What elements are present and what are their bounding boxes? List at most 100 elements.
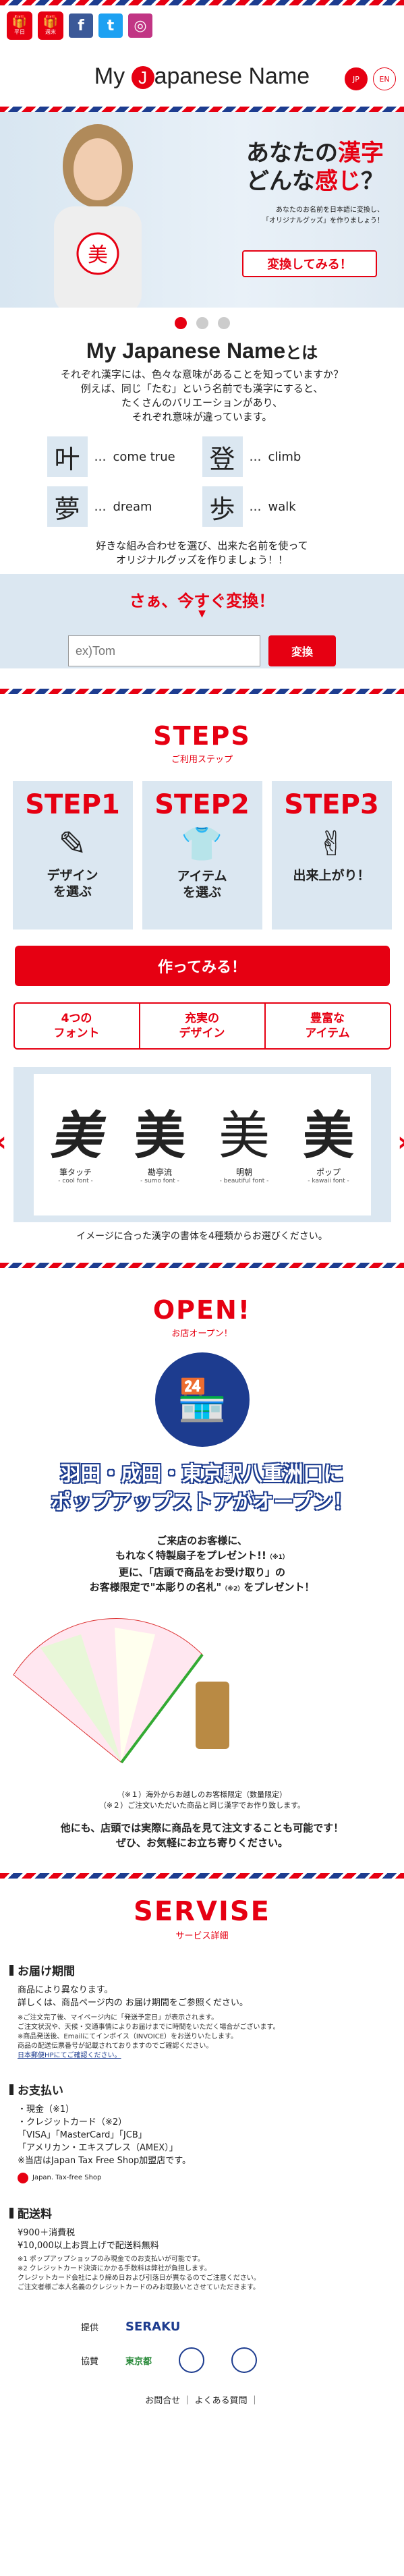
top-bar: 🎁 平日 🎁 週末 f t ◎	[0, 5, 404, 46]
popup-notes: （※１）海外からお越しのお客様限定（数量限定） （※２）ご注文いただいた商品と同じ…	[0, 1790, 404, 1811]
kanji-meaning: walk	[268, 499, 296, 514]
font-sample-kanji: 美	[50, 1105, 101, 1166]
carousel-dot-2[interactable]	[196, 317, 208, 329]
step-number: STEP3	[284, 789, 379, 820]
kanji-dots: …	[249, 499, 262, 514]
site-logo[interactable]: My Japanese Name	[94, 63, 310, 90]
lang-jp-button[interactable]: JP	[345, 67, 368, 90]
top-stripe	[0, 0, 404, 5]
shipping-body: ¥900＋消費税 ¥10,000以上お買上げで配送料無料 ※1 ポップアップショ…	[18, 2227, 404, 2293]
font-sample-sub: - beautiful font -	[219, 1177, 269, 1184]
intro-outro-2: オリジナルグッズを作りましょう！！	[115, 554, 288, 566]
delivery-heading: お届け期間	[9, 1962, 404, 1978]
step-number: STEP1	[25, 789, 120, 820]
font-sample[interactable]: 美筆タッチ - cool font -	[50, 1106, 101, 1184]
gift-weekend-icon[interactable]: 🎁 週末	[38, 11, 63, 40]
paralympic-emblem-icon	[231, 2347, 258, 2373]
servise-stripe	[0, 1873, 404, 1879]
step-label: デザイン を選ぶ	[47, 868, 98, 899]
font-sample[interactable]: 美ポップ - kawaii font -	[303, 1106, 354, 1184]
convert-button[interactable]: 変換	[268, 635, 336, 666]
facebook-icon[interactable]: f	[69, 13, 93, 38]
popup-note-ref: （※2）	[221, 1586, 244, 1593]
site-header: My Japanese Name JP EN	[0, 46, 404, 107]
font-sample-kanji: 美	[303, 1105, 354, 1166]
font-sample-kanji: 美	[219, 1105, 270, 1166]
step-number: STEP2	[154, 789, 250, 820]
gift-weekend-label: 週末	[45, 28, 56, 35]
font-carousel: ‹ 美筆タッチ- cool font - 美勘亭流- sumo font - 美…	[0, 1067, 404, 1222]
intro-line: それぞれ漢字には、色々な意味があることを知っていますか？	[60, 368, 344, 380]
delivery-text: 詳しくは、商品ページ内の お届け期間をご参照ください。	[18, 1998, 248, 2008]
hero-title-kan: 感じ	[315, 168, 361, 195]
language-switch: JP EN	[345, 67, 396, 90]
steps-title: STEPS	[153, 721, 251, 751]
steps-list: STEP1 ✎ デザイン を選ぶ STEP2 👕 アイテム を選ぶ STEP3 ✌ 出来上が…	[0, 781, 404, 929]
font-sample-sub: - kawaii font -	[308, 1177, 349, 1184]
font-sample[interactable]: 美勘亭流 - sumo font -	[134, 1106, 185, 1184]
steps-stripe	[0, 689, 404, 694]
kanji-box: 歩	[202, 486, 243, 527]
name-input[interactable]	[68, 635, 260, 666]
font-sample-sub: - sumo font -	[140, 1177, 179, 1184]
tab-items[interactable]: 豊富な アイテム	[266, 1004, 390, 1048]
hero-title: あなたの漢字 どんな感じ？	[246, 139, 384, 196]
faq-link[interactable]: よくある質問	[195, 2396, 248, 2406]
japan-post-link[interactable]: 日本郵便HPにてご確認ください。	[18, 2051, 404, 2061]
kanji-box: 叶	[47, 436, 88, 477]
popup-headline-2: ポップアップストアがオープン！	[51, 1491, 353, 1514]
footer-links: お問合せ ｜ よくある質問 ｜	[0, 2393, 404, 2406]
intro-title-text: My Japanese Name	[86, 339, 286, 363]
intro-outro-1: 好きな組み合わせを選び、出来た名前を使って	[96, 540, 308, 552]
shipping-heading: 配送料	[9, 2204, 404, 2221]
kanji-meaning: dream	[113, 499, 152, 514]
font-sample[interactable]: 美明朝 - beautiful font -	[219, 1106, 270, 1184]
make-it-button[interactable]: 作ってみる！	[14, 946, 390, 986]
footer-separator: ｜	[183, 2396, 192, 2406]
shirt-kanji: 美	[88, 244, 108, 267]
design-icon: ✎	[58, 824, 87, 863]
hero-sub-1: あなたのお名前を日本語に変換し、	[276, 206, 384, 214]
tokyo-logo: 東京都	[125, 2356, 152, 2367]
kanji-example: 夢 … dream	[47, 486, 202, 527]
logo-my: My	[94, 63, 125, 89]
gift-weekday-icon[interactable]: 🎁 平日	[7, 11, 32, 40]
delivery-text: 商品により異なります。	[18, 1985, 113, 1995]
font-caption: イメージに合った漢字の書体を4種類からお選びください。	[76, 1231, 328, 1242]
instagram-icon[interactable]: ◎	[128, 13, 152, 38]
feature-tabs: 4つの フォント 充実の デザイン 豊富な アイテム	[13, 1002, 391, 1050]
carousel-dot-3[interactable]	[217, 317, 230, 329]
step-label: アイテム を選ぶ	[177, 869, 227, 900]
kanji-meaning: come true	[113, 449, 175, 464]
popup-text-1: ご来店のお客様に、	[156, 1535, 248, 1547]
shipping-item: ¥900＋消費税	[18, 2228, 76, 2238]
payment-item: 「VISA」「MasterCard」「JCB」	[18, 2130, 147, 2140]
kanji-meaning: climb	[268, 449, 301, 464]
popup-text-3: 更に、「店頭で商品をお受け取り」の	[118, 1566, 286, 1578]
fan-illustration	[13, 1618, 229, 1764]
tab-fonts[interactable]: 4つの フォント	[15, 1004, 140, 1048]
intro-line: それぞれ意味が違っています。	[132, 411, 272, 423]
chevron-left-icon[interactable]: ‹	[0, 1126, 7, 1157]
font-sample-sub: - cool font -	[58, 1177, 93, 1184]
chevron-right-icon[interactable]: ›	[397, 1126, 404, 1157]
shipping-note: ※1 ポップアップショップのみ現金でのお支払いが可能です。	[18, 2256, 204, 2263]
contact-link[interactable]: お問合せ	[145, 2396, 180, 2406]
convert-title: さぁ、今すぐ変換！	[129, 592, 275, 610]
lang-en-button[interactable]: EN	[373, 67, 396, 90]
footer-separator: ｜	[250, 2396, 259, 2406]
popup-closing-2: ぜひ、お気軽にお立ち寄りください。	[115, 1837, 288, 1849]
header-stripe	[0, 107, 404, 112]
tab-designs[interactable]: 充実の デザイン	[140, 1004, 266, 1048]
carousel-dot-1[interactable]	[174, 317, 187, 329]
hero-convert-button[interactable]: 変換してみる！	[242, 250, 377, 277]
font-sample-kanji: 美	[134, 1105, 185, 1166]
intro-text: それぞれ漢字には、色々な意味があることを知っていますか？ 例えば、同じ「たむ」と…	[0, 368, 404, 424]
delivery-note: ※商品発送後、Emailにてインボイス（INVOICE）をお送りいたします。	[18, 2033, 238, 2040]
kanji-examples: 叶 … come true 登 … climb 夢 … dream 歩 … walk	[47, 436, 357, 527]
twitter-icon[interactable]: t	[98, 13, 123, 38]
open-subtitle: お店オープン！	[171, 1329, 233, 1339]
popup-closing-1: 他にも、店頭では実際に商品を見て注文することも可能です！	[60, 1822, 344, 1834]
font-sample-name: 勘亭流	[147, 1167, 172, 1177]
popup-text-2: もれなく特製扇子をプレゼント!!	[115, 1549, 266, 1562]
